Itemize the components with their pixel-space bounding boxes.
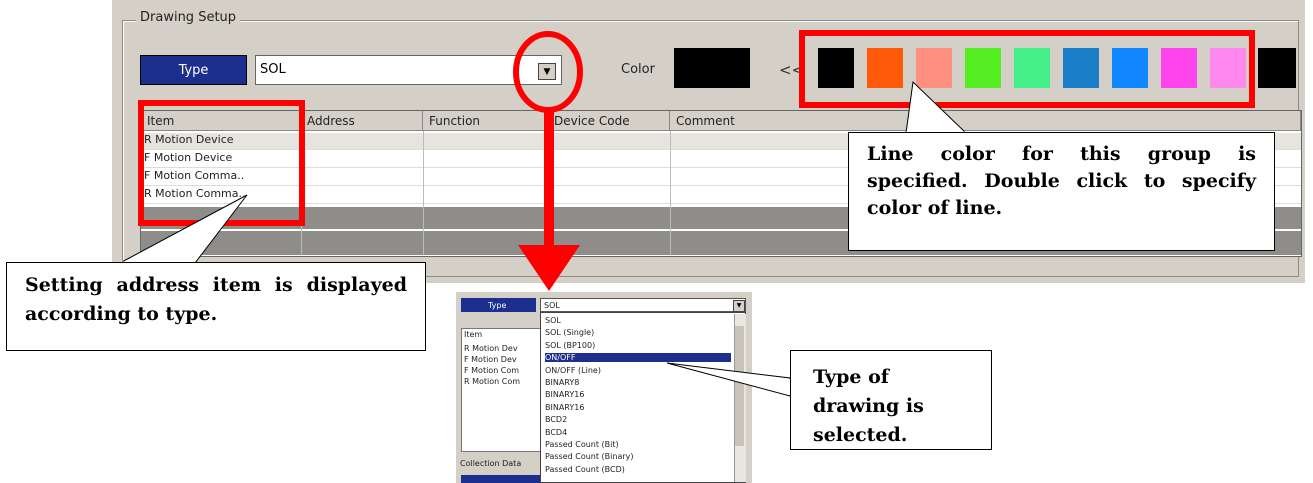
red-arrow-head xyxy=(518,245,580,291)
color-callout-pointer xyxy=(905,80,968,134)
callout-line-color: Line color for this group is specified. … xyxy=(848,132,1275,251)
callout-address-item: Setting address item is displayed accord… xyxy=(6,262,426,351)
callout-drawing-type: Type of drawing is selected. xyxy=(790,350,992,450)
address-callout-pointer xyxy=(119,194,248,264)
type-callout-pointer xyxy=(666,362,791,397)
dropdown-highlight-circle xyxy=(513,31,583,113)
